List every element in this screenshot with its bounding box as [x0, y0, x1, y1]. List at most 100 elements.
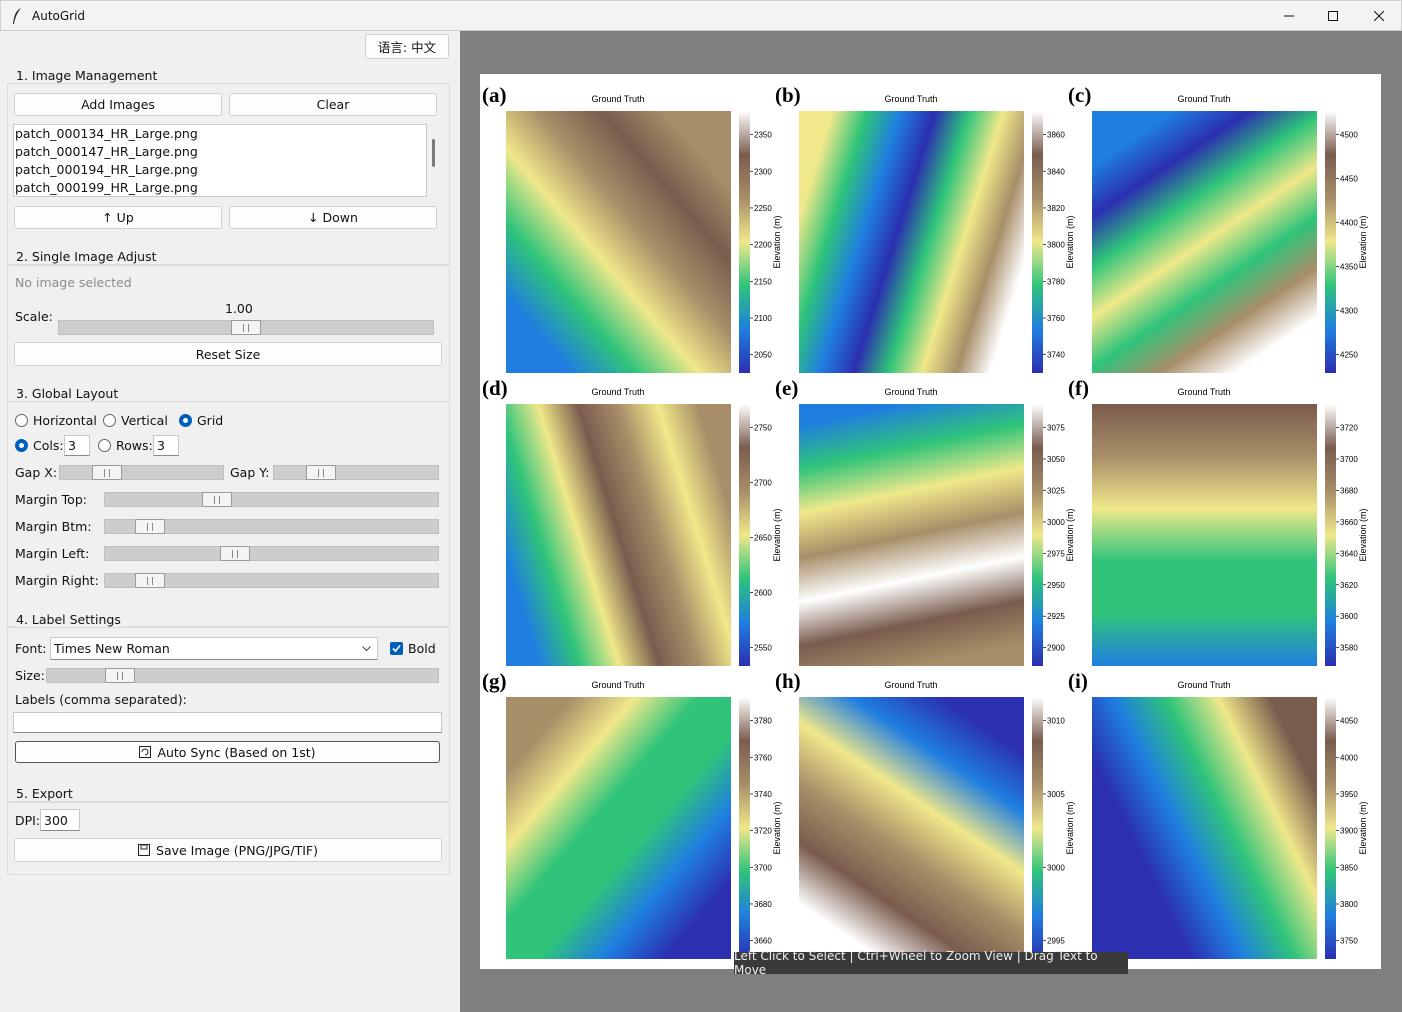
font-select[interactable]: Times New Roman [50, 637, 378, 660]
colorbar-tick-label: 3780 [1047, 277, 1065, 286]
labels-caption: Labels (comma separated): [15, 692, 187, 707]
auto-sync-button[interactable]: Auto Sync (Based on 1st) [15, 741, 440, 763]
minimize-button[interactable] [1266, 1, 1312, 31]
list-item[interactable]: patch_000199_HR_Large.png [14, 179, 426, 196]
gap-x-slider[interactable] [59, 465, 224, 480]
add-images-button[interactable]: Add Images [14, 93, 222, 116]
radio-rows[interactable] [98, 439, 111, 452]
colorbar-tick-label: 2200 [754, 241, 772, 250]
figure-panel[interactable]: (g) Ground Truth 3780 3760 3740 3720 3700 3680 3… [482, 669, 782, 959]
figure-panel[interactable]: (h) Ground Truth 3010 3005 3000 2995 Elevation… [775, 669, 1075, 959]
figure-panel[interactable]: (d) Ground Truth 2750 2700 2650 2600 2550 Eleva… [482, 376, 782, 666]
colorbar-tick-label: 2700 [754, 479, 772, 488]
bold-checkbox[interactable] [390, 642, 403, 655]
colorbar-tick-label: 2900 [1047, 644, 1065, 653]
margin-right-slider[interactable] [104, 573, 439, 588]
margin-left-slider[interactable] [104, 546, 439, 561]
radio-vertical[interactable] [103, 414, 116, 427]
margin-top-slider-thumb[interactable] [202, 492, 232, 507]
elevation-map [1092, 111, 1317, 373]
figure-panel[interactable]: (c) Ground Truth 4500 4450 4400 4350 4300 4250 E… [1068, 83, 1368, 373]
scale-slider-thumb[interactable] [231, 320, 261, 335]
list-item[interactable]: patch_000147_HR_Large.png [14, 143, 426, 161]
colorbar [1032, 404, 1043, 666]
margin-btm-slider[interactable] [104, 519, 439, 534]
panel-label: (c) [1068, 83, 1091, 107]
figure-panel[interactable]: (b) Ground Truth 3860 3840 3820 3800 3780 3760 3… [775, 83, 1075, 373]
margin-btm-slider-thumb[interactable] [135, 519, 165, 534]
radio-horizontal[interactable] [15, 414, 28, 427]
language-button[interactable]: 语言: 中文 [365, 34, 449, 59]
control-panel: 语言: 中文 1. Image Management Add Images Cl… [0, 31, 460, 1012]
move-down-button[interactable]: ↓ Down [229, 206, 437, 229]
list-scrollbar[interactable] [432, 139, 435, 167]
image-file-list[interactable]: patch_000134_HR_Large.png patch_000147_H… [13, 124, 427, 197]
panel-label: (d) [482, 376, 508, 400]
save-image-button[interactable]: Save Image (PNG/JPG/TIF) [14, 838, 442, 862]
colorbar-axis-label: Elevation (m) [1358, 508, 1368, 561]
margin-right-label: Margin Right: [15, 573, 99, 588]
gap-x-slider-thumb[interactable] [92, 465, 122, 480]
list-item[interactable]: patch_000134_HR_Large.png [14, 125, 426, 143]
save-image-label: Save Image (PNG/JPG/TIF) [156, 842, 318, 858]
preview-canvas[interactable]: (a) Ground Truth 2350 2300 2250 2200 2150 2100 2… [480, 74, 1381, 969]
list-item[interactable]: patch_000194_HR_Large.png [14, 161, 426, 179]
grid-label[interactable]: Grid [197, 413, 223, 428]
margin-left-slider-thumb[interactable] [220, 546, 250, 561]
close-button[interactable] [1356, 1, 1402, 31]
colorbar-tick-label: 4350 [1340, 263, 1358, 272]
labels-input[interactable] [13, 712, 442, 733]
scale-label: Scale: [15, 309, 53, 324]
colorbar-tick-label: 3720 [754, 827, 772, 836]
panel-title: Ground Truth [884, 94, 937, 104]
colorbar [1325, 404, 1336, 666]
colorbar [1325, 111, 1336, 373]
figure-panel[interactable]: (i) Ground Truth 4050 4000 3950 3900 3850 3800 3… [1068, 669, 1368, 959]
move-up-button[interactable]: ↑ Up [14, 206, 222, 229]
figure-panel[interactable]: (f) Ground Truth 3720 3700 3680 3660 3640 3620 3… [1068, 376, 1368, 666]
radio-cols[interactable] [15, 439, 28, 452]
figure-grid[interactable]: (a) Ground Truth 2350 2300 2250 2200 2150 2100 2… [480, 74, 1381, 969]
margin-top-slider[interactable] [104, 492, 439, 507]
scale-slider[interactable] [58, 320, 434, 335]
export-title: 5. Export [15, 786, 74, 801]
window-title: AutoGrid [32, 9, 86, 23]
label-size-slider-thumb[interactable] [105, 668, 135, 683]
horizontal-label[interactable]: Horizontal [33, 413, 97, 428]
status-tooltip: Left Click to Select | Ctrl+Wheel to Zoo… [734, 949, 1128, 977]
colorbar-tick-label: 3050 [1047, 455, 1065, 464]
elevation-map [506, 111, 731, 373]
reset-size-button[interactable]: Reset Size [14, 342, 442, 366]
colorbar-tick-label: 3800 [1340, 900, 1358, 909]
figure-panel[interactable]: (a) Ground Truth 2350 2300 2250 2200 2150 2100 2… [482, 83, 782, 373]
margin-right-slider-thumb[interactable] [135, 573, 165, 588]
colorbar [1325, 697, 1336, 959]
colorbar-tick-label: 3580 [1340, 644, 1358, 653]
margin-left-label: Margin Left: [15, 546, 90, 561]
move-up-label: Up [116, 210, 134, 225]
colorbar-tick-label: 2995 [1047, 937, 1065, 946]
rows-label: Rows: [116, 438, 153, 453]
colorbar-tick-label: 4050 [1340, 717, 1358, 726]
vertical-label[interactable]: Vertical [121, 413, 168, 428]
gap-y-slider[interactable] [273, 465, 439, 480]
cols-input[interactable]: 3 [64, 435, 90, 456]
figure-panel[interactable]: (e) Ground Truth 3075 3050 3025 3000 2975 2950 2… [775, 376, 1075, 666]
cols-label: Cols: [33, 438, 64, 453]
label-size-slider[interactable] [46, 668, 439, 683]
colorbar-tick-label: 2250 [754, 204, 772, 213]
colorbar-axis-label: Elevation (m) [1358, 801, 1368, 854]
radio-grid[interactable] [179, 414, 192, 427]
colorbar-tick-label: 4300 [1340, 307, 1358, 316]
margin-top-label: Margin Top: [15, 492, 87, 507]
global-layout-title: 3. Global Layout [15, 386, 120, 401]
colorbar-tick-label: 3620 [1340, 581, 1358, 590]
maximize-button[interactable] [1310, 1, 1356, 31]
gap-y-slider-thumb[interactable] [306, 465, 336, 480]
bold-label[interactable]: Bold [408, 641, 436, 656]
rows-input[interactable]: 3 [153, 435, 179, 456]
font-select-value: Times New Roman [54, 641, 170, 656]
clear-button[interactable]: Clear [229, 93, 437, 116]
colorbar-tick-label: 3640 [1340, 549, 1358, 558]
dpi-input[interactable]: 300 [40, 809, 80, 831]
